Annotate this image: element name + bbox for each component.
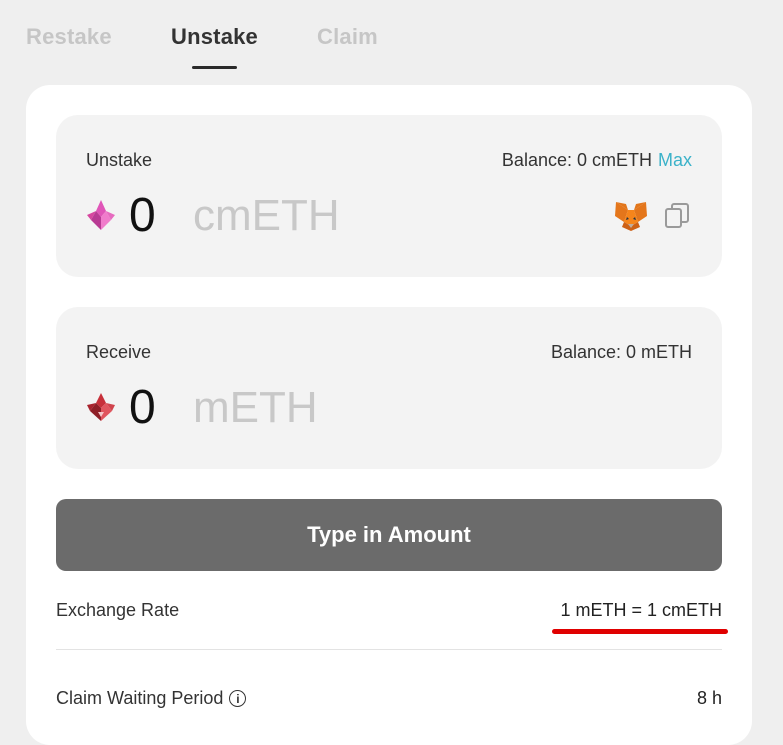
type-in-amount-button[interactable]: Type in Amount (56, 499, 722, 571)
info-icon[interactable]: i (229, 690, 247, 707)
receive-balance: Balance: 0 mETH (550, 342, 692, 362)
receive-label: Receive (86, 342, 152, 362)
unstake-label: Unstake (86, 150, 153, 170)
exchange-rate-label: Exchange Rate (56, 600, 180, 620)
claim-waiting-value: 8 h (696, 688, 722, 708)
divider (56, 649, 722, 650)
max-button[interactable]: Max (658, 150, 692, 170)
copy-icon[interactable] (664, 202, 690, 230)
claim-waiting-label-text: Claim Waiting Period (56, 688, 224, 708)
receive-panel: Receive Balance: 0 mETH 0 mETH (56, 307, 722, 469)
meth-icon (87, 393, 115, 421)
tab-restake[interactable]: Restake (26, 24, 112, 50)
unstake-balance: Balance: 0 cmETH Max (502, 150, 692, 171)
red-annotation-underline (552, 629, 728, 634)
cmeth-icon (87, 200, 115, 230)
claim-waiting-label: Claim Waiting Period i (56, 688, 247, 709)
receive-token-symbol: mETH (193, 383, 318, 432)
active-tab-indicator (192, 66, 237, 69)
unstake-token-symbol: cmETH (193, 191, 340, 240)
tab-claim[interactable]: Claim (317, 24, 378, 50)
tab-bar: Restake Unstake Claim (0, 0, 783, 80)
exchange-rate-value: 1 mETH = 1 cmETH (560, 600, 722, 620)
unstake-balance-text: Balance: 0 cmETH (501, 150, 652, 170)
unstake-amount-input[interactable] (129, 188, 189, 244)
tab-unstake[interactable]: Unstake (171, 24, 258, 50)
metamask-fox-icon[interactable] (614, 200, 648, 232)
unstake-card: Unstake Balance: 0 cmETH Max cmETH (26, 85, 752, 745)
receive-amount: 0 (129, 381, 156, 434)
unstake-panel: Unstake Balance: 0 cmETH Max cmETH (56, 115, 722, 277)
